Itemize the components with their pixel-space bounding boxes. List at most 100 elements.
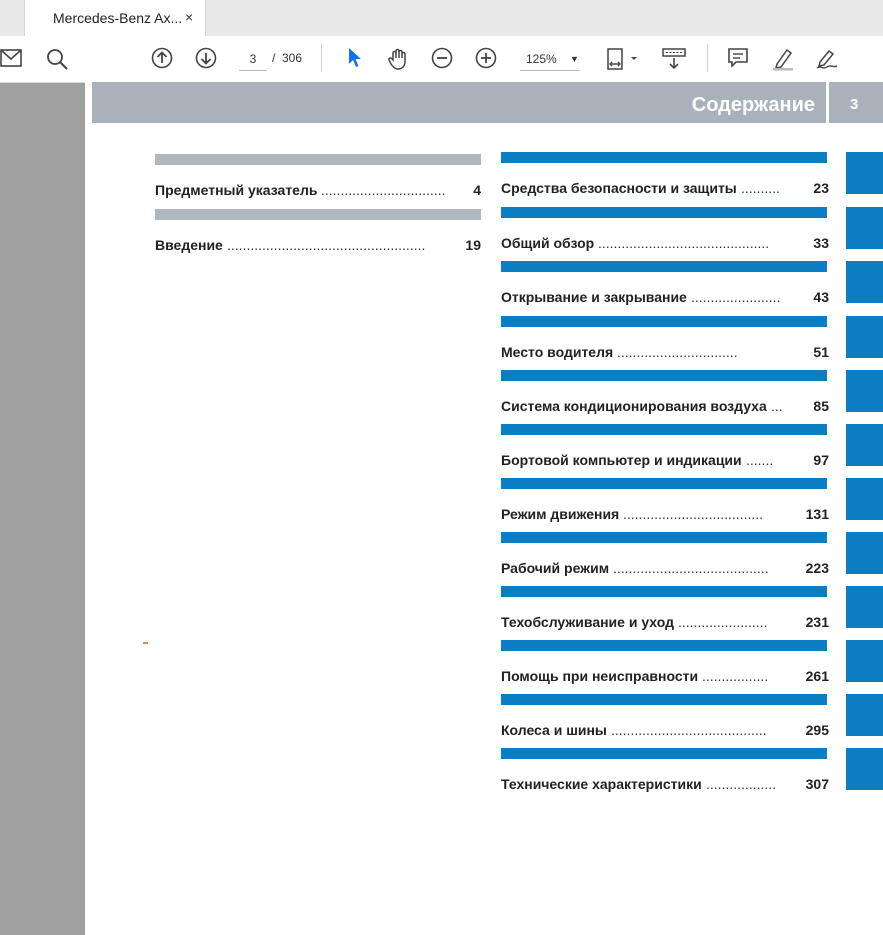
toolbar-divider [321, 44, 322, 72]
toc-section-bar [501, 207, 827, 218]
close-icon[interactable]: × [185, 9, 193, 25]
toc-entry-leader: ....................... [691, 289, 781, 305]
scroll-mode-icon[interactable] [661, 47, 687, 71]
toc-entry[interactable]: Рабочий режим...........................… [501, 560, 829, 578]
chapter-tab-marker[interactable] [846, 586, 883, 628]
toc-entry[interactable]: Предметный указатель....................… [155, 182, 481, 200]
toc-section-bar [501, 748, 827, 759]
toc-section-bar [501, 316, 827, 327]
toc-entry-label: Система кондиционирования воздуха [501, 398, 767, 414]
toc-entry[interactable]: Система кондиционирования воздуха... 85 [501, 398, 829, 416]
toc-entry-page: 307 [805, 776, 829, 792]
toc-section-bar [501, 478, 827, 489]
toc-entry-label: Предметный указатель [155, 182, 318, 198]
toc-entry-leader: ........................................ [611, 722, 767, 738]
toc-entry-label: Режим движения [501, 506, 620, 522]
toc-entry-label: Средства безопасности и защиты [501, 180, 737, 196]
toc-entry-page: 261 [805, 668, 829, 684]
toc-entry-leader: ........................................ [613, 560, 769, 576]
toc-entry[interactable]: Бортовой компьютер и индикации....... 97 [501, 452, 829, 470]
zoom-select[interactable]: 125% ▼ [520, 48, 580, 71]
zoom-in-icon[interactable] [475, 47, 497, 69]
chapter-tab-marker[interactable] [846, 694, 883, 736]
chapter-tab-marker[interactable] [846, 424, 883, 466]
toc-entry-leader: ....................... [678, 614, 768, 630]
toc-entry[interactable]: Технические характеристики..............… [501, 776, 829, 794]
toc-section-bar [501, 532, 827, 543]
toc-entry-page: 85 [813, 398, 829, 414]
toc-entry[interactable]: Помощь при неисправности................… [501, 668, 829, 686]
toc-entry[interactable]: Место водителя..........................… [501, 344, 829, 362]
zoom-out-icon[interactable] [431, 47, 453, 69]
toc-section-bar [501, 152, 827, 163]
page-number-input[interactable]: 3 [239, 48, 267, 71]
select-cursor-icon[interactable] [347, 47, 363, 69]
toc-entry[interactable]: Открывание и закрывание.................… [501, 289, 829, 307]
toc-section-bar [501, 586, 827, 597]
toc-section-bar [155, 154, 481, 165]
page-total: 306 [282, 51, 303, 65]
browser-tab-bar: Mercedes-Benz Ax... × [0, 0, 883, 36]
toc-entry[interactable]: Введение................................… [155, 237, 481, 255]
toc-entry-page: 23 [813, 180, 829, 196]
toc-entry[interactable]: Режим движения..........................… [501, 506, 829, 524]
mail-icon[interactable] [0, 49, 22, 67]
chapter-tab-marker[interactable] [846, 207, 883, 249]
chapter-tab-marker[interactable] [846, 152, 883, 194]
toc-entry-label: Введение [155, 237, 223, 253]
sign-icon[interactable] [815, 47, 839, 71]
toc-entry[interactable]: Колеса и шины...........................… [501, 722, 829, 740]
toc-entry-leader: .................. [706, 776, 777, 792]
toc-section-bar [501, 424, 827, 435]
toc-entry-page: 4 [473, 182, 481, 198]
chapter-tab-marker[interactable] [846, 640, 883, 682]
toc-entry-leader: ... [771, 398, 783, 414]
search-icon[interactable] [45, 47, 69, 71]
toc-entry-leader: ............................... [617, 344, 738, 360]
chapter-tab-marker[interactable] [846, 478, 883, 520]
toc-entry-page: 43 [813, 289, 829, 305]
toc-entry[interactable]: Средства безопасности и защиты..........… [501, 180, 829, 198]
toc-entry-page: 131 [805, 506, 829, 522]
chapter-tab-marker[interactable] [846, 370, 883, 412]
toc-entry-label: Открывание и закрывание [501, 289, 687, 305]
toc-entry[interactable]: Техобслуживание и уход..................… [501, 614, 829, 632]
toc-entry-label: Помощь при неисправности [501, 668, 699, 684]
toc-entry-leader: ........................................… [227, 237, 426, 253]
toc-entry-page: 295 [805, 722, 829, 738]
toc-entry-label: Бортовой компьютер и индикации [501, 452, 742, 468]
toc-entry-page: 19 [465, 237, 481, 253]
toc-entry-page: 33 [813, 235, 829, 251]
page-fit-icon[interactable] [606, 47, 640, 71]
pdf-toolbar: 3 / 306 125% ▼ [0, 36, 883, 83]
toolbar-divider [707, 44, 708, 72]
toc-entry-label: Общий обзор [501, 235, 595, 251]
toc-entry-label: Колеса и шины [501, 722, 607, 738]
page-separator: / [272, 51, 276, 65]
chapter-tab-marker[interactable] [846, 532, 883, 574]
highlight-pen-icon[interactable] [771, 47, 795, 71]
toc-entry-leader: ................................ [321, 182, 446, 198]
toc-entry-leader: .......... [741, 180, 780, 196]
toc-section-bar [501, 694, 827, 705]
browser-tab[interactable]: Mercedes-Benz Ax... × [24, 0, 206, 36]
header-divider [826, 82, 829, 123]
toc-entry-leader: .................................... [623, 506, 764, 522]
chapter-tab-marker[interactable] [846, 261, 883, 303]
zoom-value: 125% [526, 52, 557, 66]
toc-section-bar [501, 640, 827, 651]
toc-entry[interactable]: Общий обзор.............................… [501, 235, 829, 253]
toc-entry-label: Техобслуживание и уход [501, 614, 674, 630]
section-header: Содержание 3 [92, 82, 883, 123]
chevron-down-icon: ▼ [570, 54, 579, 64]
chapter-tab-marker[interactable] [846, 316, 883, 358]
comment-icon[interactable] [727, 47, 749, 69]
chapter-tab-marker[interactable] [846, 748, 883, 790]
toc-entry-label: Место водителя [501, 344, 614, 360]
page-down-icon[interactable] [195, 47, 217, 69]
page-up-icon[interactable] [151, 47, 173, 69]
toc-entry-leader: ....... [746, 452, 774, 468]
tab-title: Mercedes-Benz Ax... [53, 10, 183, 26]
toc-entry-label: Технические характеристики [501, 776, 702, 792]
hand-tool-icon[interactable] [387, 47, 411, 71]
